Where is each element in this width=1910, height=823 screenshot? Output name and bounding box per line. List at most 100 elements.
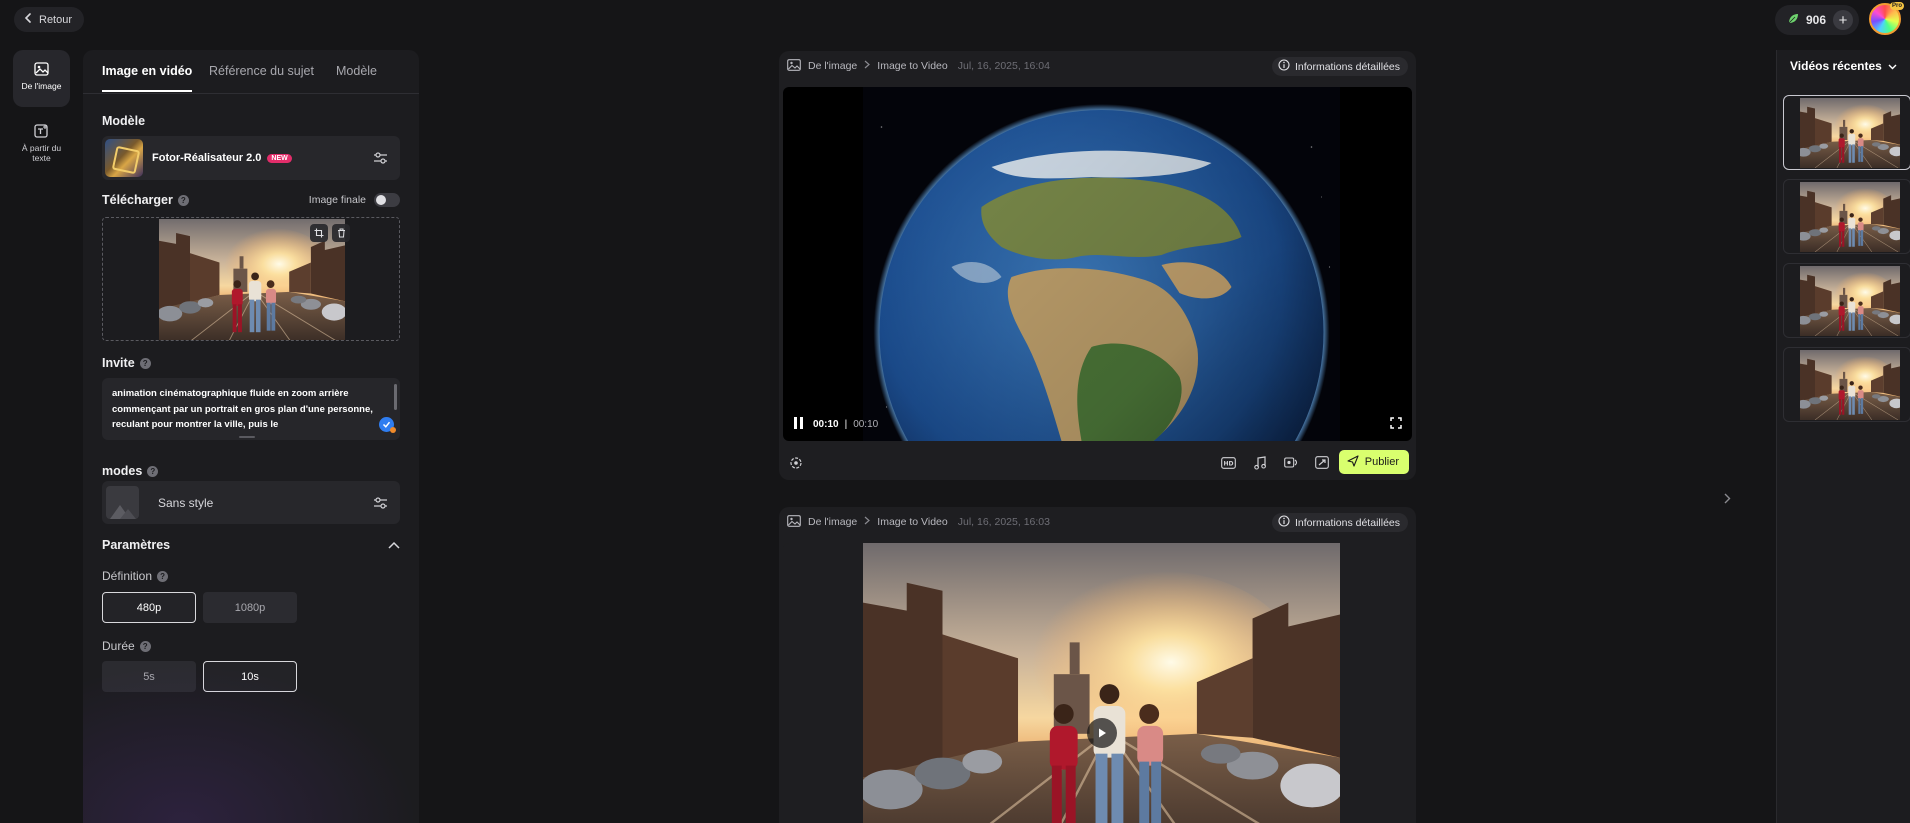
duration-label: Durée ? bbox=[102, 639, 151, 653]
time-current: 00:10 bbox=[813, 418, 839, 430]
back-label: Retour bbox=[39, 13, 73, 26]
help-icon[interactable]: ? bbox=[157, 570, 169, 582]
extend-video-icon[interactable] bbox=[1313, 454, 1330, 471]
breadcrumb-source[interactable]: De l'image bbox=[808, 516, 857, 528]
music-icon[interactable] bbox=[1251, 454, 1268, 471]
delete-image-button[interactable] bbox=[332, 224, 350, 242]
upload-dropzone[interactable] bbox=[102, 217, 400, 341]
prompt-label: Invite ? bbox=[102, 356, 151, 370]
settings-sliders-icon[interactable] bbox=[373, 496, 388, 510]
image-icon bbox=[787, 514, 801, 530]
rail-item-from-image[interactable]: De l'image bbox=[13, 50, 70, 107]
collapse-panel-toggle[interactable] bbox=[1720, 484, 1734, 512]
model-name: Fotor-Réalisateur 2.0 bbox=[152, 152, 262, 164]
video-card: De l'image Image to Video Jul, 16, 2025,… bbox=[779, 507, 1416, 823]
upload-label-text: Télécharger bbox=[102, 193, 173, 207]
user-avatar[interactable]: Pro bbox=[1869, 2, 1904, 35]
video-frame-earth bbox=[863, 87, 1340, 441]
prompt-scrollbar[interactable] bbox=[394, 384, 397, 410]
pause-icon[interactable] bbox=[793, 416, 805, 433]
video-breadcrumb: De l'image Image to Video Jul, 16, 2025,… bbox=[787, 51, 1050, 81]
chevron-right-icon bbox=[1724, 493, 1730, 503]
recent-video-thumbnail[interactable] bbox=[1783, 179, 1910, 254]
video-breadcrumb: De l'image Image to Video Jul, 16, 2025,… bbox=[787, 507, 1050, 537]
tab-template[interactable]: Modèle bbox=[336, 64, 377, 90]
ai-sparkle-icon[interactable] bbox=[787, 454, 804, 471]
image-icon bbox=[787, 58, 801, 74]
chevron-right-icon bbox=[864, 516, 871, 528]
final-image-toggle[interactable] bbox=[374, 193, 400, 207]
help-icon[interactable]: ? bbox=[139, 357, 151, 369]
style-name: Sans style bbox=[158, 495, 214, 510]
recent-video-thumbnail[interactable] bbox=[1783, 263, 1910, 338]
hd-upscale-icon[interactable]: HD bbox=[1220, 454, 1237, 471]
chevron-up-icon[interactable] bbox=[388, 538, 400, 552]
crop-button[interactable] bbox=[310, 224, 328, 242]
duration-option-10s[interactable]: 10s bbox=[203, 661, 297, 692]
crop-icon bbox=[314, 228, 324, 238]
chevron-down-icon bbox=[1888, 59, 1897, 73]
video-card: De l'image Image to Video Jul, 16, 2025,… bbox=[779, 51, 1416, 480]
tab-image-to-video[interactable]: Image en vidéo bbox=[102, 64, 193, 92]
settings-sliders-icon[interactable] bbox=[373, 151, 388, 165]
definition-label-text: Définition bbox=[102, 569, 153, 583]
video-player[interactable] bbox=[783, 543, 1412, 823]
back-button[interactable]: Retour bbox=[14, 7, 85, 32]
definition-option-1080p[interactable]: 1080p bbox=[203, 592, 297, 623]
modes-label-text: modes bbox=[102, 464, 143, 478]
info-icon bbox=[1278, 59, 1290, 74]
prompt-textarea[interactable]: animation cinématographique fluide en zo… bbox=[102, 378, 400, 440]
params-label-text: Paramètres bbox=[102, 538, 171, 552]
recent-videos-dropdown[interactable]: Vidéos récentes bbox=[1790, 59, 1897, 73]
style-placeholder-icon bbox=[106, 486, 139, 519]
definition-label: Définition ? bbox=[102, 569, 169, 583]
trash-icon bbox=[337, 228, 345, 238]
new-badge: NEW bbox=[267, 153, 292, 163]
breadcrumb-type[interactable]: Image to Video bbox=[877, 516, 947, 528]
chevron-left-icon bbox=[24, 13, 33, 26]
final-image-toggle-row: Image finale bbox=[309, 193, 400, 207]
recent-video-thumbnail[interactable] bbox=[1783, 95, 1910, 170]
add-credits-button[interactable]: + bbox=[1833, 10, 1854, 30]
prompt-text: animation cinématographique fluide en zo… bbox=[112, 388, 373, 430]
time-separator: | bbox=[844, 418, 848, 430]
lip-sync-icon[interactable] bbox=[1282, 454, 1299, 471]
tab-subject-reference[interactable]: Référence du sujet bbox=[209, 64, 314, 90]
breadcrumb-type[interactable]: Image to Video bbox=[877, 60, 947, 72]
credits-value: 906 bbox=[1806, 13, 1827, 27]
text-to-video-icon bbox=[34, 124, 49, 140]
style-selector[interactable]: Sans style bbox=[102, 481, 400, 524]
model-thumbnail bbox=[105, 139, 143, 177]
details-label: Informations détaillées bbox=[1294, 516, 1400, 529]
breadcrumb-source[interactable]: De l'image bbox=[808, 60, 857, 72]
recent-videos-panel: Vidéos récentes bbox=[1776, 50, 1910, 823]
credits-counter[interactable]: 906 + bbox=[1775, 5, 1860, 35]
help-icon[interactable]: ? bbox=[147, 465, 159, 477]
video-timestamp: Jul, 16, 2025, 16:04 bbox=[957, 60, 1050, 72]
definition-option-480p[interactable]: 480p bbox=[102, 592, 196, 623]
upload-label: Télécharger ? bbox=[102, 193, 189, 207]
model-selector[interactable]: Fotor-Réalisateur 2.0 NEW bbox=[102, 136, 400, 180]
rail-item-from-text[interactable]: À partir du texte bbox=[13, 118, 70, 178]
model-section-text: Modèle bbox=[102, 114, 146, 128]
help-icon[interactable]: ? bbox=[177, 194, 189, 206]
details-button[interactable]: Informations détaillées bbox=[1271, 513, 1408, 532]
rail-item-label: De l'image bbox=[21, 81, 62, 91]
fullscreen-icon[interactable] bbox=[1390, 416, 1402, 432]
ai-enhance-icon[interactable] bbox=[379, 417, 396, 433]
video-player[interactable]: 00:10 | 00:10 bbox=[783, 87, 1412, 441]
recent-videos-title: Vidéos récentes bbox=[1790, 59, 1882, 73]
image-icon bbox=[34, 62, 49, 78]
rail-item-label: À partir du texte bbox=[21, 143, 62, 163]
svg-text:HD: HD bbox=[1223, 460, 1233, 467]
leaf-icon bbox=[1787, 13, 1799, 28]
details-label: Informations détaillées bbox=[1294, 60, 1400, 73]
duration-option-5s[interactable]: 5s bbox=[102, 661, 196, 692]
settings-panel: Image en vidéo Référence du sujet Modèle… bbox=[83, 50, 419, 823]
publish-button[interactable]: Publier bbox=[1338, 450, 1409, 474]
play-icon[interactable] bbox=[1087, 718, 1117, 748]
details-button[interactable]: Informations détaillées bbox=[1271, 57, 1408, 76]
help-icon[interactable]: ? bbox=[139, 640, 151, 652]
recent-video-thumbnail[interactable] bbox=[1783, 347, 1910, 422]
resize-handle[interactable] bbox=[239, 436, 255, 438]
